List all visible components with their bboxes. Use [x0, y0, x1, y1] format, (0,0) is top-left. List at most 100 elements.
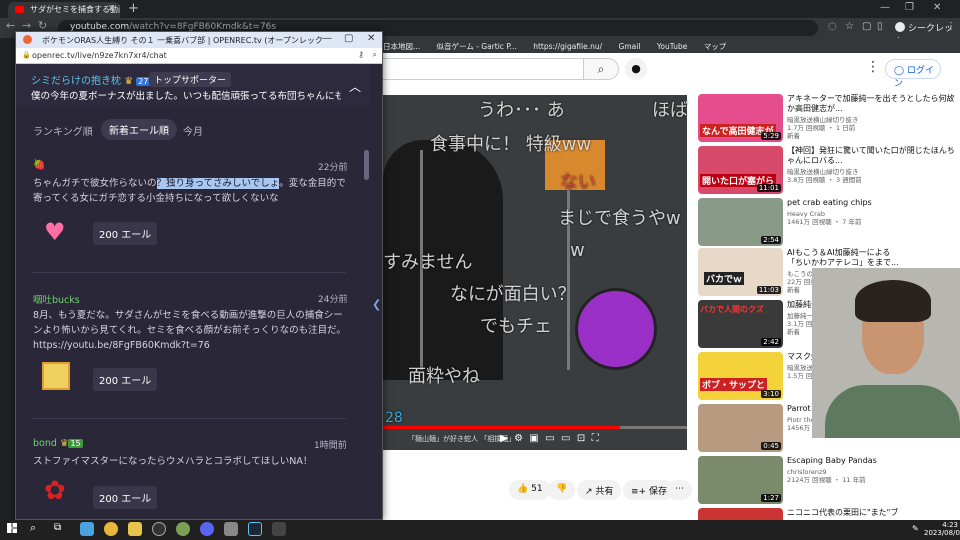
video-meta: 1456万 回 [787, 424, 819, 432]
danmaku-comment: 食事中に！ 特級ww [430, 134, 592, 155]
search-button[interactable]: ⌕ [583, 58, 619, 80]
search-input[interactable] [383, 58, 583, 80]
cast-icon[interactable]: ⊡ [577, 433, 585, 444]
filter-month[interactable]: 今月 [183, 123, 203, 138]
comment-divider [32, 418, 346, 419]
expand-arrow-icon[interactable]: ❮ [372, 298, 381, 311]
taskbar-app-icon[interactable] [176, 522, 190, 536]
crown-icon: ♛ [124, 76, 134, 87]
popup-maximize-icon[interactable]: ▢ [344, 33, 353, 44]
system-clock[interactable]: 4:23 2023/08/02 [924, 521, 960, 537]
danmaku-comment: なにが面白い？ [450, 284, 576, 305]
popup-minimize-icon[interactable]: — [322, 33, 332, 44]
collapse-icon[interactable]: ︿ [349, 78, 361, 95]
obs-taskbar-icon[interactable] [152, 522, 166, 536]
discord-taskbar-icon[interactable] [200, 522, 214, 536]
taskbar-app-icon[interactable] [224, 522, 238, 536]
recommendation-item[interactable]: なんで高田健志が 5:29 アキネーターで加藤純一を出そうとしたら何故か高田健志… [698, 94, 958, 144]
eye-off-icon[interactable]: ◌ [828, 21, 837, 32]
close-tab-icon[interactable]: ✕ [107, 4, 115, 14]
comment-divider [32, 272, 346, 273]
steam-taskbar-icon[interactable] [248, 522, 262, 536]
incognito-icon [895, 22, 905, 32]
video-progress-bar[interactable] [383, 426, 687, 429]
mic-icon[interactable]: ● [625, 58, 647, 80]
level-badge: 15 [68, 439, 83, 448]
recommendation-item[interactable]: 1:27 Escaping Baby Pandas chrislorenz9 2… [698, 456, 958, 506]
new-tab-button[interactable]: + [128, 1, 139, 16]
windows-taskbar [0, 520, 960, 540]
danmaku-comment: 面粋やね [408, 366, 480, 387]
extension-icon[interactable]: ▢ [862, 21, 871, 32]
video-meta: 1.7万 回視聴 ・ 1 日前 [787, 124, 856, 132]
pen-icon[interactable]: ✎ [912, 524, 919, 533]
menu-icon[interactable]: ⋮ [946, 21, 956, 32]
bookmark-item[interactable]: 似音ゲーム - Gartic P... [437, 42, 517, 51]
popup-close-icon[interactable]: ✕ [367, 33, 375, 44]
bookmark-item[interactable]: YouTube [657, 42, 688, 51]
close-window-icon[interactable]: ✕ [933, 2, 941, 13]
taskbar-app-icon[interactable] [80, 522, 94, 536]
bookmark-item[interactable]: https://gigafile.nu/ [533, 42, 602, 51]
thumbnail-text: バカで人間のクズ [700, 305, 764, 314]
bookmark-item[interactable]: マップ [704, 42, 727, 51]
share-button[interactable]: ↗ 共有 [577, 480, 622, 500]
bookmark-item[interactable]: 日本地図... [383, 42, 420, 51]
explorer-taskbar-icon[interactable] [128, 522, 142, 536]
share-icon: ↗ [585, 487, 593, 497]
channel-name: Piotr the [787, 416, 815, 424]
channel-name: 加藤純一... [787, 312, 820, 320]
rose-gift-icon: ✿ [44, 476, 66, 506]
recommendation-item[interactable]: 2:54 pet crab eating chips Heavy Crab 14… [698, 198, 958, 248]
filter-ranking[interactable]: ランキング順 [33, 123, 93, 138]
zoom-icon[interactable]: ⌕ [373, 50, 377, 60]
sidebar-icon[interactable]: ▯ [877, 21, 883, 32]
dislike-button[interactable]: 👎 [548, 480, 576, 500]
bookmark-item[interactable]: Gmail [619, 42, 641, 51]
login-button[interactable]: ◯ ログイン [885, 59, 941, 89]
like-button[interactable]: 👍 51 [509, 480, 551, 500]
chat-scrollbar[interactable] [364, 150, 369, 180]
comment-username[interactable]: 咽吐bucks [33, 292, 80, 306]
play-icon[interactable]: ▶ [500, 433, 508, 444]
star-icon[interactable]: ☆ [845, 21, 854, 32]
miniplayer-icon[interactable]: ▭ [545, 433, 554, 444]
fullscreen-icon[interactable]: ⛶ [592, 433, 599, 444]
key-icon[interactable]: ⚷ [358, 50, 364, 59]
danmaku-comment: ほば [652, 100, 688, 121]
more-actions-button[interactable]: ⋯ [667, 480, 692, 500]
webcam-person-body [825, 385, 960, 438]
danmaku-comment: でもチェ [480, 316, 552, 337]
captions-icon[interactable]: ▣ [529, 433, 538, 444]
video-title: マスク姉... [787, 352, 813, 361]
popup-address-bar[interactable]: 🔒 openrec.tv/live/n9ze7kn7xr4/chat ⚷ ⌕ [16, 48, 382, 64]
lock-icon: 🔒 [22, 51, 31, 59]
recommendation-item[interactable]: 開いた口が塞がら 11:01 【神回】発狂に驚いて聞いた口が閉じたほんちゃんにロ… [698, 146, 958, 196]
thumbnail-text: バカでｗ [704, 272, 745, 285]
chrome-taskbar-icon[interactable] [104, 522, 118, 536]
top-supporter-tag: トップサポーター [149, 72, 232, 87]
webcam-person-hair [855, 280, 931, 322]
video-meta: 1.5万 回 [787, 372, 813, 380]
settings-icon[interactable]: ⚙ [514, 433, 523, 444]
recommendation-item[interactable]: ニコニコ代表の栗田に"また"ブ [698, 508, 958, 520]
clock-date: 2023/08/02 [924, 529, 960, 537]
browser-tab[interactable]: サダがセミを捕食する動画を見る猫に ✕ [8, 2, 120, 18]
video-thumbnail: 開いた口が塞がら 11:01 [698, 146, 783, 194]
filter-newest[interactable]: 新着エール順 [101, 119, 177, 140]
comment-username[interactable]: bond ♛ 15 [33, 438, 83, 449]
more-options-icon[interactable]: ⋮ [866, 59, 880, 75]
task-view-icon[interactable]: ⧉ [54, 522, 61, 533]
minimize-icon[interactable]: — [880, 2, 890, 13]
danmaku-comment: まじで食うやw [558, 208, 681, 229]
taskbar-app-icon[interactable] [272, 522, 286, 536]
maximize-icon[interactable]: ❐ [905, 2, 914, 13]
taskbar-search-icon[interactable]: ⌕ [30, 521, 36, 535]
theater-icon[interactable]: ▭ [561, 433, 570, 444]
supporter-message: 僕の今年の夏ボーナスが出ました。いつも配信頑張ってる布団ちゃんにも出... [31, 91, 341, 102]
yell-amount: 200 エール [93, 486, 158, 509]
danmaku-comment: うわ･･･ あ [478, 100, 565, 121]
danmaku-comment: 28 [385, 410, 403, 426]
back-icon[interactable]: ← [6, 19, 15, 32]
video-title: pet crab eating chips [787, 198, 872, 207]
